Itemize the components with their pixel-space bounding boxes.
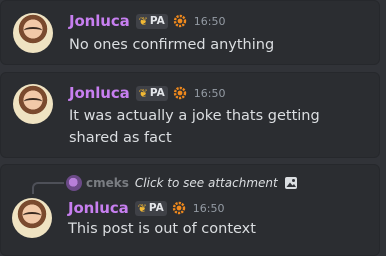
message-1[interactable]: Jonluca ❦ PA 16:50 No ones confirmed any… (0, 0, 380, 65)
timestamp[interactable]: 16:50 (193, 202, 225, 215)
gear-badge-icon[interactable] (173, 14, 187, 28)
message-text: This post is out of context (68, 221, 256, 237)
username[interactable]: Jonluca (69, 84, 130, 102)
avatar[interactable] (13, 13, 53, 53)
leaf-icon: ❦ (137, 201, 147, 215)
message-text: No ones confirmed anything (69, 37, 275, 53)
timestamp[interactable]: 16:50 (194, 15, 226, 28)
username[interactable]: Jonluca (69, 12, 130, 30)
server-tag-label: PA (149, 87, 165, 99)
gear-badge-icon[interactable] (172, 201, 186, 215)
leaf-icon: ❦ (138, 14, 148, 28)
reply-reference[interactable]: cmeks Click to see attachment (66, 174, 298, 192)
avatar[interactable] (13, 84, 53, 124)
server-tag[interactable]: ❦ PA (135, 13, 168, 29)
gear-badge-icon[interactable] (173, 86, 187, 100)
username[interactable]: Jonluca (68, 199, 129, 217)
server-tag[interactable]: ❦ PA (135, 85, 168, 101)
server-tag-label: PA (149, 15, 165, 27)
leaf-icon: ❦ (138, 86, 148, 100)
timestamp[interactable]: 16:50 (194, 87, 226, 100)
avatar[interactable] (12, 198, 52, 238)
server-tag-label: PA (148, 202, 164, 214)
reply-connector (32, 182, 64, 194)
reply-username[interactable]: cmeks (86, 176, 129, 190)
server-tag[interactable]: ❦ PA (134, 200, 167, 216)
message-2[interactable]: Jonluca ❦ PA 16:50 It was actually a jok… (0, 72, 380, 158)
message-text: It was actually a joke thats getting sha… (69, 108, 320, 146)
reply-preview[interactable]: Click to see attachment (135, 176, 278, 190)
reply-avatar[interactable] (66, 175, 82, 191)
image-icon (284, 177, 297, 189)
